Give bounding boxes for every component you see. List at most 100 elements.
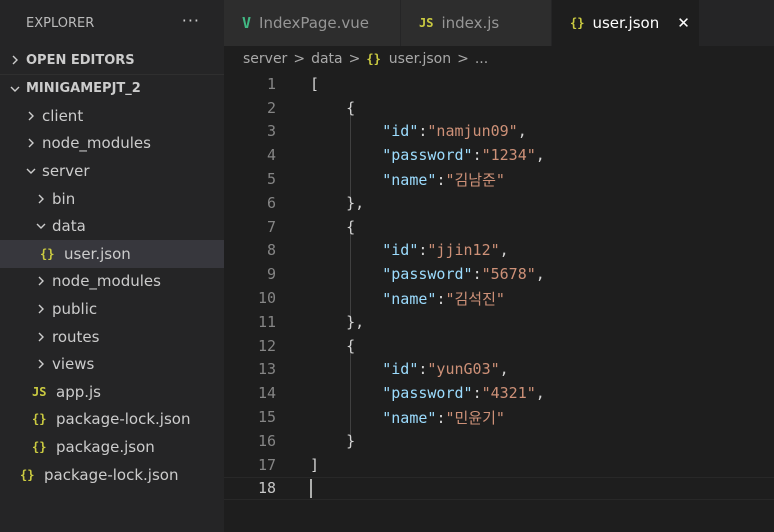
chevron-right-icon xyxy=(34,192,48,206)
explorer-sidebar: EXPLORER ··· OPEN EDITORS MINIGAMEPJT_2 … xyxy=(0,0,224,532)
text-cursor xyxy=(310,478,312,498)
tab-user-json[interactable]: {} user.json ✕ xyxy=(552,0,700,46)
project-section[interactable]: MINIGAMEPJT_2 xyxy=(0,74,224,102)
chevron-right-icon xyxy=(24,136,38,150)
code-line: 17 ] xyxy=(224,453,774,477)
breadcrumb-item-server[interactable]: server xyxy=(243,51,287,67)
chevron-right-icon xyxy=(24,109,38,123)
tree-item-client[interactable]: client xyxy=(0,102,224,130)
line-number: 1 xyxy=(266,74,276,93)
code-line: 1 [ xyxy=(224,72,774,96)
open-editors-label: OPEN EDITORS xyxy=(26,52,135,68)
json-file-icon: {} xyxy=(570,16,585,30)
chevron-right-icon xyxy=(34,330,48,344)
editor-tab-bar: V IndexPage.vue JS index.js {} user.json… xyxy=(224,0,774,46)
close-icon[interactable]: ✕ xyxy=(677,14,690,32)
token: , xyxy=(499,360,509,379)
line-number: 11 xyxy=(257,312,276,331)
chevron-down-icon xyxy=(34,219,48,233)
tree-item-package-json[interactable]: {} package.json xyxy=(0,433,224,461)
code-line: 8 "id":"jjin12", xyxy=(224,239,774,263)
token: , xyxy=(535,265,545,284)
token: { xyxy=(346,336,356,355)
open-editors-section[interactable]: OPEN EDITORS xyxy=(0,46,224,74)
code-line: 11 }, xyxy=(224,310,774,334)
json-key: "id" xyxy=(382,122,419,141)
code-line: 13 "id":"yunG03", xyxy=(224,358,774,382)
tree-item-data[interactable]: data xyxy=(0,212,224,240)
line-number: 13 xyxy=(257,360,276,379)
tree-item-node-modules[interactable]: node_modules xyxy=(0,130,224,158)
tree-item-label: server xyxy=(42,161,90,180)
tree-item-server[interactable]: server xyxy=(0,157,224,185)
code-line: 2 { xyxy=(224,96,774,120)
json-string: "1234" xyxy=(481,146,536,165)
line-number: 5 xyxy=(266,170,276,189)
tree-item-views[interactable]: views xyxy=(0,350,224,378)
line-number: 6 xyxy=(266,193,276,212)
chevron-right-icon xyxy=(34,302,48,316)
tree-item-label: package.json xyxy=(56,437,155,456)
token: , xyxy=(535,146,545,165)
json-file-icon: {} xyxy=(32,439,47,454)
code-line: 12 { xyxy=(224,334,774,358)
json-string: "민윤기" xyxy=(445,408,505,427)
tab-index-js[interactable]: JS index.js xyxy=(401,0,552,46)
tab-label: user.json xyxy=(592,14,660,32)
token: : xyxy=(472,146,482,165)
token: , xyxy=(517,122,527,141)
breadcrumb-item-more[interactable]: ... xyxy=(475,51,488,67)
js-file-icon: JS xyxy=(32,384,47,399)
code-line: 6 }, xyxy=(224,191,774,215)
tree-item-server-node-modules[interactable]: node_modules xyxy=(0,268,224,296)
code-line: 7 { xyxy=(224,215,774,239)
tree-item-public[interactable]: public xyxy=(0,295,224,323)
tab-indexpage-vue[interactable]: V IndexPage.vue xyxy=(224,0,401,46)
tree-item-package-lock-json[interactable]: {} package-lock.json xyxy=(0,406,224,434)
line-number: 9 xyxy=(266,265,276,284)
tree-item-label: public xyxy=(52,299,98,318)
breadcrumb-item-user-json[interactable]: user.json xyxy=(389,51,451,67)
line-number: 17 xyxy=(257,455,276,474)
breadcrumb: server > data > {} user.json > ... xyxy=(224,46,774,72)
line-number: 18 xyxy=(257,479,276,498)
token: }, xyxy=(346,193,365,212)
chevron-right-icon xyxy=(8,53,22,67)
json-string: "김석진" xyxy=(445,289,505,308)
tree-item-root-package-lock-json[interactable]: {} package-lock.json xyxy=(0,461,224,489)
chevron-right-icon xyxy=(34,357,48,371)
breadcrumb-item-data[interactable]: data xyxy=(311,51,343,67)
code-line: 9 "password":"5678", xyxy=(224,262,774,286)
line-number: 15 xyxy=(257,408,276,427)
token: }, xyxy=(346,312,365,331)
token: [ xyxy=(310,74,320,93)
chevron-right-icon xyxy=(34,274,48,288)
breadcrumb-separator: > xyxy=(348,51,361,67)
more-actions-icon[interactable]: ··· xyxy=(182,11,200,30)
breadcrumb-separator: > xyxy=(457,51,469,67)
json-file-icon: {} xyxy=(20,467,35,482)
code-line: 4 "password":"1234", xyxy=(224,143,774,167)
tree-item-app-js[interactable]: JS app.js xyxy=(0,378,224,406)
line-number: 4 xyxy=(266,146,276,165)
json-file-icon: {} xyxy=(366,52,381,66)
vue-file-icon: V xyxy=(242,14,252,32)
json-string: "5678" xyxy=(481,265,536,284)
token: } xyxy=(346,431,356,450)
json-key: "name" xyxy=(382,289,437,308)
explorer-header: EXPLORER ··· xyxy=(0,0,224,46)
project-label: MINIGAMEPJT_2 xyxy=(26,81,141,96)
code-editor[interactable]: 1 [ 2 { 3 "id":"namjun09", 4 "password":… xyxy=(224,72,774,532)
chevron-down-icon xyxy=(8,82,22,96)
current-line: 18 xyxy=(224,476,774,501)
tree-item-user-json[interactable]: {} user.json xyxy=(0,239,224,268)
code-line: 5 "name":"김남준" xyxy=(224,167,774,191)
tab-label: IndexPage.vue xyxy=(259,14,370,32)
tree-item-routes[interactable]: routes xyxy=(0,323,224,351)
line-number: 8 xyxy=(266,241,276,260)
line-number: 12 xyxy=(257,336,276,355)
tree-item-label: node_modules xyxy=(42,134,151,153)
tree-item-bin[interactable]: bin xyxy=(0,185,224,213)
json-file-icon: {} xyxy=(40,246,55,261)
json-key: "name" xyxy=(382,408,437,427)
